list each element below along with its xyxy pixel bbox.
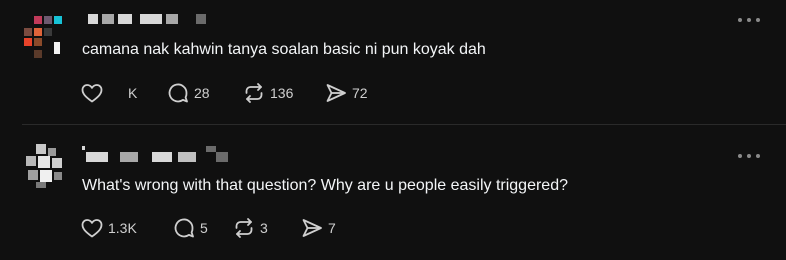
reply-button[interactable]: 28: [166, 81, 210, 105]
username-redacted[interactable]: [84, 14, 214, 24]
send-icon: [326, 84, 346, 102]
reply-count: 5: [200, 220, 208, 236]
post: camana nak kahwin tanya soalan basic ni …: [0, 0, 786, 124]
like-count: K: [128, 85, 138, 101]
post: What's wrong with that question? Why are…: [0, 126, 786, 260]
comment-icon: [174, 218, 194, 238]
share-button[interactable]: 7: [300, 216, 336, 240]
repost-button[interactable]: 3: [232, 216, 268, 240]
more-options-icon[interactable]: [738, 153, 760, 159]
repost-icon: [235, 218, 253, 238]
like-count: 1.3K: [108, 220, 137, 236]
repost-button[interactable]: 136: [242, 81, 293, 105]
share-button[interactable]: 72: [324, 81, 368, 105]
reply-button[interactable]: 5: [172, 216, 208, 240]
username-redacted[interactable]: [82, 146, 232, 162]
repost-icon: [245, 83, 263, 103]
post-text: camana nak kahwin tanya soalan basic ni …: [82, 41, 486, 58]
repost-count: 3: [260, 220, 268, 236]
heart-icon: [81, 219, 103, 238]
share-count: 72: [352, 85, 368, 101]
repost-count: 136: [270, 85, 294, 101]
avatar[interactable]: [20, 12, 68, 60]
share-count: 7: [328, 220, 336, 236]
send-icon: [302, 219, 322, 237]
avatar[interactable]: [22, 142, 70, 190]
post-text: What's wrong with that question? Why are…: [82, 177, 568, 194]
reply-count: 28: [194, 85, 210, 101]
heart-icon: [81, 84, 103, 103]
like-button[interactable]: 1.3K: [80, 216, 137, 240]
like-button[interactable]: K: [80, 81, 137, 105]
comment-icon: [168, 83, 188, 103]
more-options-icon[interactable]: [738, 17, 760, 23]
divider: [22, 124, 786, 125]
